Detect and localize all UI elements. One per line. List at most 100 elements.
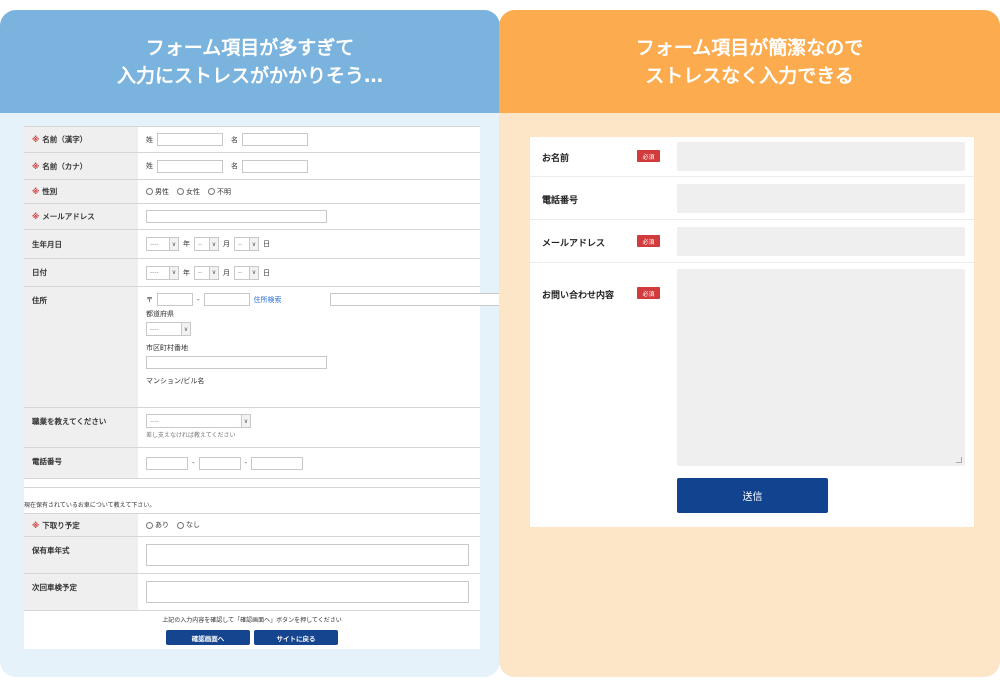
heading-line-1: フォーム項目が簡潔なので xyxy=(635,36,864,59)
field-phone: 電話番号 xyxy=(530,177,974,220)
complex-form: ※ 名前（漢字） 姓 名 ※ 名前（カナ） 姓 名 ※ 性別 男性 女性 不明 ※ メー… xyxy=(24,126,511,649)
radio-circle-icon xyxy=(146,188,153,195)
phone-input[interactable] xyxy=(677,184,965,213)
phone-2-input[interactable] xyxy=(198,456,241,470)
mei-kana-input[interactable] xyxy=(242,159,308,173)
field-email: メールアドレス 必須 xyxy=(530,220,974,263)
phone-label: 電話番号 xyxy=(542,196,579,206)
mei-kanji-input[interactable] xyxy=(242,133,308,146)
car-section-note: 現在保有されているお車について教えて下さい。 xyxy=(24,487,480,513)
city-input[interactable] xyxy=(146,356,327,369)
chevron-down-icon: ∨ xyxy=(181,323,190,335)
radio-unknown[interactable]: 不明 xyxy=(208,187,231,197)
row-name-kana: ※ 名前（カナ） 姓 名 xyxy=(24,153,480,180)
inspection-textarea[interactable] xyxy=(146,581,469,603)
submit-button[interactable]: 送信 xyxy=(677,478,828,513)
required-badge: 必須 xyxy=(637,235,660,247)
row-date: 日付 ---- ∨ 年 -- ∨ 月 -- ∨ 日 xyxy=(24,259,480,287)
phone-1-input[interactable] xyxy=(146,456,188,470)
required-mark: ※ xyxy=(32,520,40,530)
inquiry-label: お問い合わせ内容 xyxy=(542,291,615,301)
phone-3-input[interactable] xyxy=(251,456,304,470)
row-car-year: 保有車年式 xyxy=(24,537,480,574)
postal-code-2-input[interactable] xyxy=(203,293,250,306)
row-tradein: ※ 下取り予定 あり なし xyxy=(24,513,480,537)
phone-label: 電話番号 xyxy=(32,457,62,466)
email-input[interactable] xyxy=(146,210,327,223)
sei-label: 姓 xyxy=(146,162,153,170)
radio-tradein-no[interactable]: なし xyxy=(177,520,200,530)
chevron-down-icon: ∨ xyxy=(241,415,250,427)
birthday-label: 生年月日 xyxy=(32,239,62,249)
heading-line-2: 入力にストレスがかかりそう… xyxy=(116,64,383,87)
birth-month-select[interactable]: -- ∨ xyxy=(194,237,219,251)
inspection-label: 次回車検予定 xyxy=(32,583,77,592)
required-badge: 必須 xyxy=(637,150,660,162)
inquiry-textarea[interactable] xyxy=(677,269,965,466)
resize-grip-icon[interactable] xyxy=(956,457,962,463)
gender-label: 性別 xyxy=(42,187,58,196)
occupation-select[interactable]: ---- ∨ xyxy=(146,414,251,428)
confirm-note: 上記の入力内容を確認して「確認画面へ」ボタンを押してください xyxy=(162,617,342,624)
address-label: 住所 xyxy=(32,296,47,305)
name-input[interactable] xyxy=(677,142,965,171)
confirm-button[interactable]: 確認画面へ xyxy=(166,630,250,645)
row-phone: 電話番号 - - xyxy=(24,448,480,479)
simple-form-heading: フォーム項目が簡潔なので ストレスなく入力できる xyxy=(499,10,1000,113)
heading-line-2: ストレスなく入力できる xyxy=(645,64,854,87)
birth-day-select[interactable]: -- ∨ xyxy=(234,237,259,251)
radio-female[interactable]: 女性 xyxy=(177,187,200,197)
row-name-kanji: ※ 名前（漢字） 姓 名 xyxy=(24,126,480,153)
required-mark: ※ xyxy=(32,135,40,144)
complex-form-buttons: 確認画面へ サイトに戻る xyxy=(24,630,480,649)
chevron-down-icon: ∨ xyxy=(249,238,258,250)
email-input[interactable] xyxy=(677,227,965,256)
mei-label: 名 xyxy=(231,135,238,144)
date-day-select[interactable]: -- ∨ xyxy=(234,265,259,280)
row-inspection: 次回車検予定 xyxy=(24,574,480,611)
prefecture-label: 都道府県 xyxy=(146,310,174,318)
email-label: メールアドレス xyxy=(542,239,606,249)
field-name: お名前 必須 xyxy=(530,137,974,177)
radio-circle-icon xyxy=(177,521,184,529)
occupation-label: 職業を教えてください xyxy=(32,417,107,426)
chevron-down-icon: ∨ xyxy=(249,266,258,279)
required-mark: ※ xyxy=(32,212,40,221)
radio-tradein-yes[interactable]: あり xyxy=(146,520,169,530)
building-label: マンション/ビル名 xyxy=(146,377,205,385)
row-occupation: 職業を教えてください ---- ∨ 差し支えなければ教えてください xyxy=(24,408,480,448)
birth-year-select[interactable]: ---- ∨ xyxy=(146,237,179,251)
name-kanji-label: 名前（漢字） xyxy=(42,135,88,144)
car-year-label: 保有車年式 xyxy=(32,546,70,555)
sei-kana-input[interactable] xyxy=(157,159,223,173)
chevron-down-icon: ∨ xyxy=(209,266,218,279)
required-mark: ※ xyxy=(32,161,40,171)
name-label: お名前 xyxy=(542,154,570,164)
row-birthday: 生年月日 ---- ∨ 年 -- ∨ 月 -- ∨ 日 xyxy=(24,230,480,259)
sei-kanji-input[interactable] xyxy=(157,133,223,146)
row-email: ※ メールアドレス xyxy=(24,204,480,230)
required-badge: 必須 xyxy=(637,287,660,299)
address-search-link[interactable]: 住所検索 xyxy=(254,295,282,305)
date-month-select[interactable]: -- ∨ xyxy=(194,265,219,280)
date-year-select[interactable]: ---- ∨ xyxy=(146,265,179,280)
radio-circle-icon xyxy=(177,188,184,195)
field-inquiry: お問い合わせ内容 必須 xyxy=(530,263,974,468)
complex-form-heading: フォーム項目が多すぎて 入力にストレスがかかりそう… xyxy=(0,10,500,113)
email-label: メールアドレス xyxy=(42,212,95,221)
name-kana-label: 名前（カナ） xyxy=(42,161,88,171)
occupation-hint: 差し支えなければ教えてください xyxy=(146,432,236,439)
city-label: 市区町村番地 xyxy=(146,344,188,352)
required-mark: ※ xyxy=(32,187,40,196)
radio-male[interactable]: 男性 xyxy=(146,187,169,197)
simple-form: お名前 必須 電話番号 メールアドレス 必須 お問い合わせ内容 必須 送信 xyxy=(530,137,974,527)
prefecture-select[interactable]: ---- ∨ xyxy=(146,322,191,336)
back-to-site-button[interactable]: サイトに戻る xyxy=(254,630,338,645)
date-label: 日付 xyxy=(32,268,47,277)
car-year-textarea[interactable] xyxy=(146,544,469,566)
radio-circle-icon xyxy=(208,188,215,195)
postal-code-1-input[interactable] xyxy=(157,293,193,306)
tradein-label: 下取り予定 xyxy=(42,520,80,530)
heading-line-1: フォーム項目が多すぎて xyxy=(145,36,355,59)
building-input[interactable] xyxy=(330,293,511,306)
